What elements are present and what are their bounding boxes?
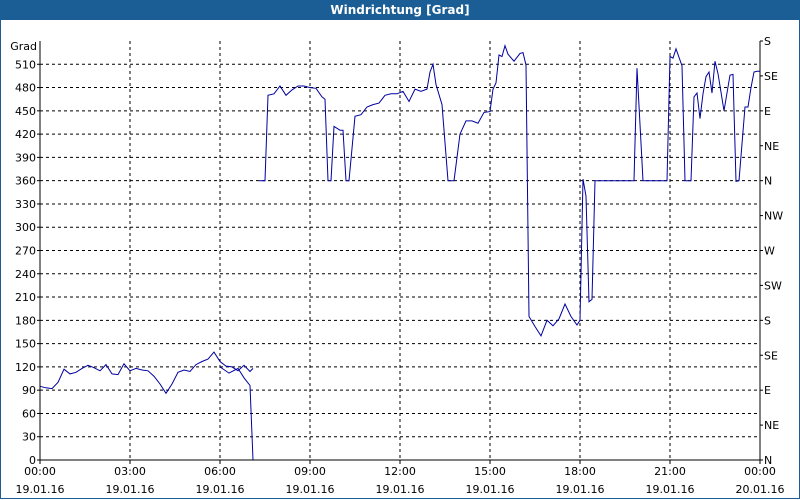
right-direction-label: NE <box>764 140 779 153</box>
y-tick-label: 450 <box>15 105 36 118</box>
right-direction-label: NW <box>764 210 783 223</box>
y-tick-label: 210 <box>15 291 36 304</box>
y-tick-label: 30 <box>22 431 36 444</box>
x-tick-date: 19.01.16 <box>16 483 65 496</box>
y-tick-label: 150 <box>15 338 36 351</box>
y-tick-label: 420 <box>15 128 36 141</box>
y-tick-label: 90 <box>22 384 36 397</box>
right-direction-label: S <box>764 35 771 48</box>
y-tick-label: 180 <box>15 314 36 327</box>
y-tick-label: 330 <box>15 198 36 211</box>
y-axis-label: Grad <box>10 40 37 53</box>
right-direction-label: E <box>764 105 771 118</box>
x-tick-time: 15:00 <box>474 465 506 478</box>
y-tick-label: 300 <box>15 221 36 234</box>
x-tick-date: 19.01.16 <box>646 483 695 496</box>
y-tick-label: 240 <box>15 268 36 281</box>
y-tick-label: 510 <box>15 58 36 71</box>
right-direction-label: SE <box>764 70 778 83</box>
grid-lines <box>40 41 760 460</box>
x-tick-time: 06:00 <box>204 465 236 478</box>
right-direction-label: S <box>764 314 771 327</box>
x-tick-date: 19.01.16 <box>106 483 155 496</box>
y-tick-label: 270 <box>15 245 36 258</box>
x-tick-time: 18:00 <box>564 465 596 478</box>
x-tick-date: 19.01.16 <box>376 483 425 496</box>
x-tick-time: 12:00 <box>384 465 416 478</box>
chart-area: 0306090120150180210240270300330360390420… <box>10 35 785 496</box>
x-tick-time: 00:00 <box>24 465 56 478</box>
x-tick-time: 21:00 <box>654 465 686 478</box>
y-tick-label: 360 <box>15 175 36 188</box>
right-direction-label: SE <box>764 349 778 362</box>
x-tick-time: 00:00 <box>744 465 776 478</box>
right-direction-label: NE <box>764 419 779 432</box>
x-tick-date: 19.01.16 <box>196 483 245 496</box>
y-tick-label: 60 <box>22 407 36 420</box>
x-tick-date: 19.01.16 <box>466 483 515 496</box>
right-direction-label: SW <box>764 279 782 292</box>
y-tick-label: 480 <box>15 82 36 95</box>
x-tick-date: 20.01.16 <box>736 483 785 496</box>
y-tick-label: 390 <box>15 151 36 164</box>
series-segment <box>219 366 254 461</box>
series-segment <box>259 44 760 338</box>
right-direction-label: E <box>764 384 771 397</box>
right-direction-label: N <box>764 175 772 188</box>
x-tick-time: 09:00 <box>294 465 326 478</box>
x-tick-time: 03:00 <box>114 465 146 478</box>
series-segment <box>39 351 254 395</box>
right-direction-label: W <box>764 245 775 258</box>
y-tick-label: 120 <box>15 361 36 374</box>
x-tick-date: 19.01.16 <box>556 483 605 496</box>
x-tick-date: 19.01.16 <box>286 483 335 496</box>
